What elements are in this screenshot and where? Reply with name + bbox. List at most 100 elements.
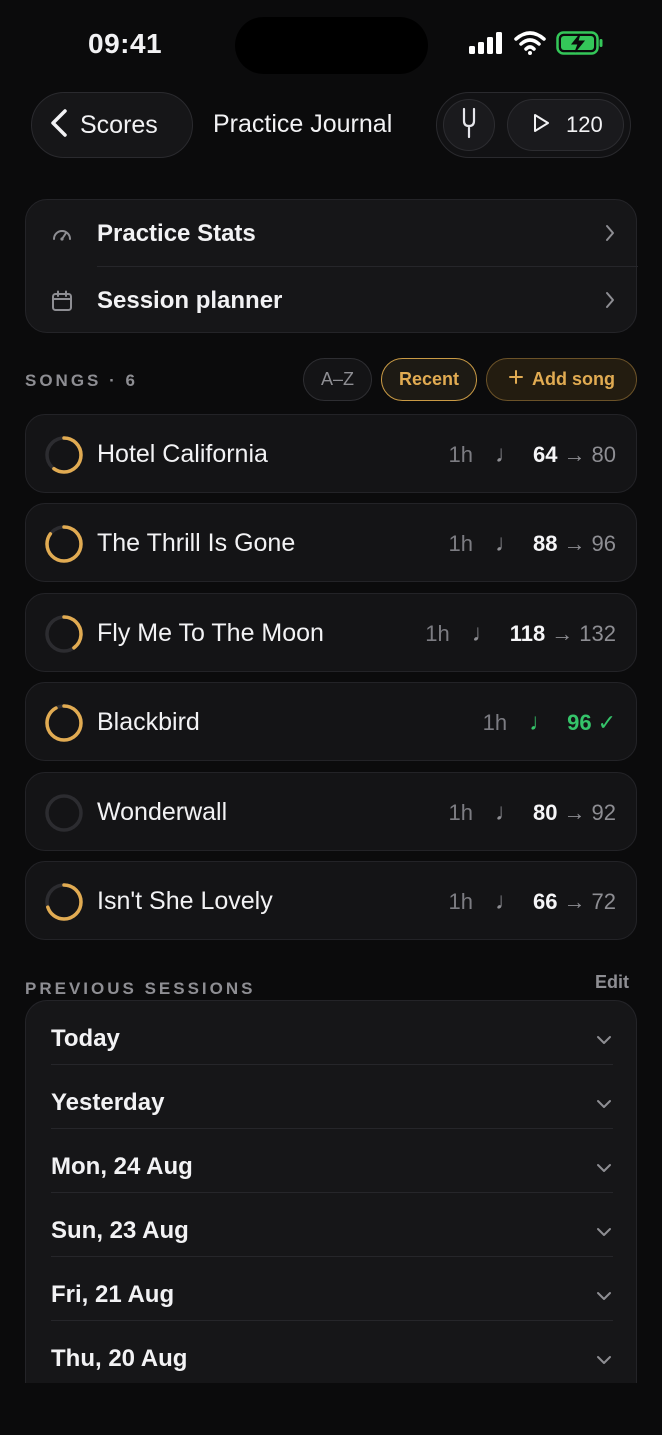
chevron-right-icon (604, 223, 616, 248)
progress-ring-icon (44, 524, 84, 564)
song-row-5[interactable]: Isn't She Lovely 1h ♩ 66 → 72 (25, 861, 637, 940)
navigation-header: Scores Practice Journal 120 (0, 90, 662, 160)
page-title: Practice Journal (213, 110, 393, 138)
current-tempo: 88 (533, 531, 558, 556)
song-meta: 1h ♩ 80 → 92 (449, 799, 616, 827)
chevron-left-icon (50, 108, 68, 143)
song-row-4[interactable]: Wonderwall 1h ♩ 80 → 92 (25, 772, 637, 851)
note-icon: ♩ (495, 888, 520, 915)
battery-charging-icon (556, 30, 604, 61)
add-song-button[interactable]: Add song (486, 358, 637, 401)
current-tempo: 118 (509, 621, 546, 646)
chevron-down-icon (596, 1096, 612, 1114)
song-title: Wonderwall (97, 798, 228, 826)
progress-ring-icon (44, 614, 84, 654)
target-tempo: 72 (591, 889, 616, 914)
session-row-4[interactable]: Fri, 21 Aug (26, 1257, 636, 1321)
session-row-1[interactable]: Yesterday (26, 1065, 636, 1129)
session-date: Today (51, 1025, 120, 1052)
sort-az-button[interactable]: A–Z (303, 358, 372, 401)
calendar-icon (50, 289, 74, 313)
back-button[interactable]: Scores (31, 92, 193, 158)
tuner-button[interactable] (443, 99, 495, 151)
toolbar-group: 120 (436, 92, 631, 158)
practice-time: 1h (425, 621, 450, 646)
progress-ring-icon (44, 703, 84, 743)
note-icon: ♩ (471, 620, 496, 647)
chevron-down-icon (596, 1032, 612, 1050)
song-meta: 1h ♩ 66 → 72 (449, 888, 616, 916)
current-tempo: 64 (533, 442, 558, 467)
practice-time: 1h (482, 710, 508, 735)
status-icons (468, 30, 604, 60)
arrow-right-icon: → (563, 889, 586, 914)
wifi-icon (514, 30, 546, 60)
arrow-right-icon: → (563, 800, 586, 825)
session-date: Mon, 24 Aug (51, 1153, 193, 1180)
checkmark-icon: ✓ (597, 710, 616, 735)
gauge-icon (50, 222, 74, 246)
song-row-0[interactable]: Hotel California 1h ♩ 64 → 80 (25, 414, 637, 493)
sessions-section-label: PREVIOUS SESSIONS (25, 979, 256, 998)
status-time: 09:41 (88, 28, 163, 59)
status-bar: 09:41 (0, 0, 662, 90)
metronome-play-button[interactable]: 120 (507, 99, 624, 151)
play-icon (532, 113, 550, 138)
target-tempo: 92 (591, 800, 616, 825)
practice-time: 1h (448, 442, 474, 467)
session-row-0[interactable]: Today (26, 1001, 636, 1065)
note-icon: ♩ (529, 709, 554, 736)
note-icon: ♩ (495, 530, 520, 557)
song-meta: 1h ♩ 64 → 80 (449, 441, 616, 469)
chevron-right-icon (604, 290, 616, 315)
plus-icon (508, 369, 524, 390)
target-tempo: 80 (591, 442, 616, 467)
arrow-right-icon: → (551, 621, 574, 646)
session-row-2[interactable]: Mon, 24 Aug (26, 1129, 636, 1193)
practice-time: 1h (448, 800, 474, 825)
back-label: Scores (80, 110, 158, 139)
song-meta: 1h ♩ 118 → 132 (425, 620, 616, 648)
quick-links-card: Practice Stats Session planner (25, 199, 638, 333)
song-title: Isn't She Lovely (97, 887, 273, 915)
session-date: Yesterday (51, 1089, 165, 1116)
songs-section-label: SONGS · 6 (25, 371, 138, 390)
song-row-1[interactable]: The Thrill Is Gone 1h ♩ 88 → 96 (25, 503, 637, 582)
session-planner-row[interactable]: Session planner (26, 267, 638, 333)
edit-sessions-button[interactable]: Edit (595, 972, 629, 993)
session-planner-label: Session planner (97, 287, 283, 314)
song-meta: 1h ♩ 96 ✓ (483, 709, 616, 737)
tempo-value: 120 (566, 112, 603, 137)
session-row-3[interactable]: Sun, 23 Aug (26, 1193, 636, 1257)
song-meta: 1h ♩ 88 → 96 (449, 530, 616, 558)
arrow-right-icon: → (563, 531, 586, 556)
session-date: Fri, 21 Aug (51, 1281, 175, 1308)
session-row-5[interactable]: Thu, 20 Aug (26, 1321, 636, 1383)
song-title: Blackbird (97, 708, 200, 736)
target-tempo: 132 (579, 621, 616, 646)
note-icon: ♩ (495, 441, 520, 468)
song-title: Hotel California (97, 440, 268, 468)
current-tempo: 96 (567, 710, 592, 735)
add-song-label: Add song (532, 369, 615, 389)
practice-time: 1h (448, 889, 474, 914)
practice-stats-row[interactable]: Practice Stats (26, 200, 638, 267)
dynamic-island (235, 17, 428, 74)
progress-ring-icon (44, 435, 84, 475)
note-icon: ♩ (495, 799, 520, 826)
song-row-2[interactable]: Fly Me To The Moon 1h ♩ 118 → 132 (25, 593, 637, 672)
chevron-down-icon (596, 1288, 612, 1306)
song-row-3[interactable]: Blackbird 1h ♩ 96 ✓ (25, 682, 637, 761)
song-title: The Thrill Is Gone (97, 529, 296, 557)
sessions-card: Today Yesterday Mon, 24 Aug Sun, 23 Aug … (25, 1000, 637, 1383)
sort-recent-button[interactable]: Recent (381, 358, 477, 401)
progress-ring-icon (44, 882, 84, 922)
cellular-signal-icon (468, 31, 504, 60)
current-tempo: 66 (533, 889, 558, 914)
song-title: Fly Me To The Moon (97, 619, 324, 647)
tuning-fork-icon (459, 107, 479, 144)
progress-ring-icon (44, 793, 84, 833)
practice-stats-label: Practice Stats (97, 220, 256, 247)
target-tempo: 96 (591, 531, 616, 556)
current-tempo: 80 (533, 800, 558, 825)
